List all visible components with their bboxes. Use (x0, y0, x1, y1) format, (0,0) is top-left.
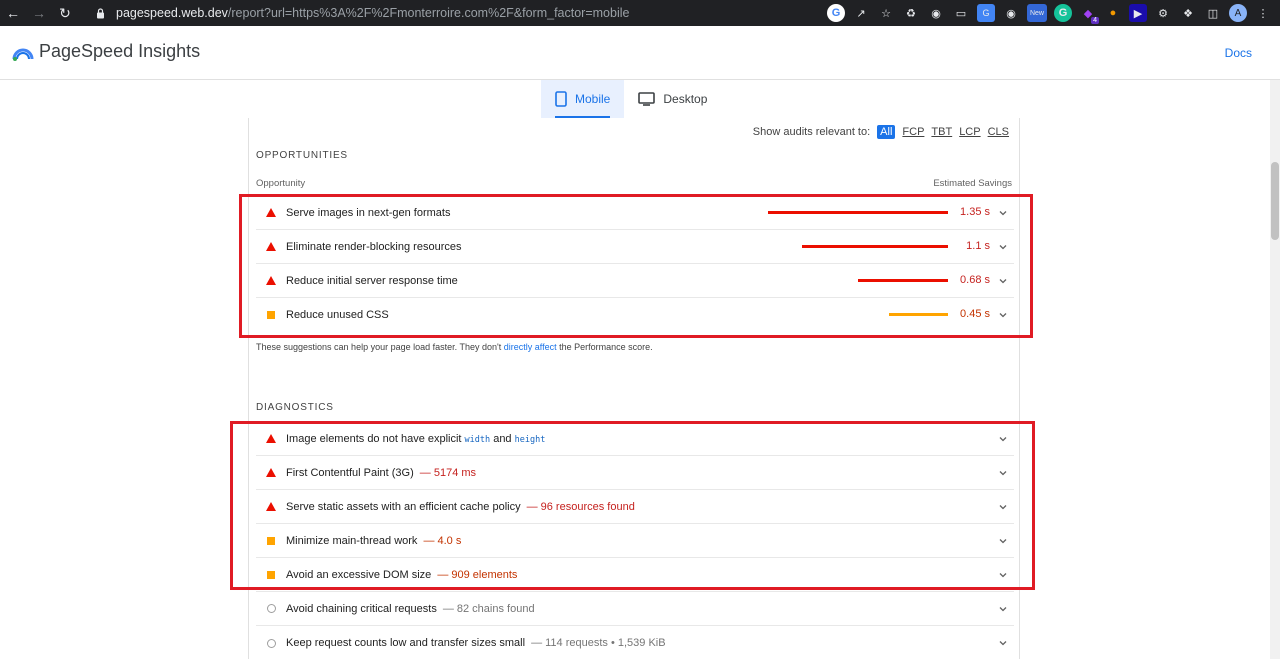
audit-detail: — 82 chains found (442, 602, 535, 615)
smartphone-icon (555, 91, 567, 107)
opportunities-section-title: OPPORTUNITIES (256, 150, 348, 161)
new-extension-icon[interactable]: New (1027, 4, 1047, 22)
opportunities-note: These suggestions can help your page loa… (256, 342, 653, 352)
directly-affect-link[interactable]: directly affect (504, 342, 557, 352)
tab-desktop-label: Desktop (663, 92, 708, 106)
camera-extension-icon[interactable]: ◉ (1002, 4, 1020, 22)
filter-chip-cls[interactable]: CLS (988, 126, 1009, 138)
diagnostics-section-title: DIAGNOSTICS (256, 402, 334, 413)
opportunities-highlight-box (239, 194, 1033, 338)
info-circle-icon (266, 604, 276, 613)
recycle-extension-icon[interactable]: ♻ (902, 4, 920, 22)
form-factor-tabs: Mobile Desktop (541, 80, 721, 118)
filter-chip-all[interactable]: All (877, 125, 896, 139)
chevron-down-icon[interactable] (998, 638, 1008, 648)
side-panel-icon[interactable]: ◫ (1204, 4, 1222, 22)
purple-extension-icon[interactable]: ◆ 4 (1079, 4, 1099, 24)
opportunity-column-header: Opportunity (256, 178, 306, 189)
tab-mobile-label: Mobile (575, 92, 611, 106)
audit-title: Keep request counts low and transfer siz… (286, 637, 526, 649)
chevron-down-icon[interactable] (998, 604, 1008, 614)
audit-filter-label: Show audits relevant to: (752, 126, 871, 138)
translate-extension-icon[interactable]: G (977, 4, 995, 22)
savings-column-header: Estimated Savings (933, 178, 1012, 189)
audit-filter: Show audits relevant to: All FCP TBT LCP… (753, 125, 1009, 139)
site-header: PageSpeed Insights Docs (0, 26, 1280, 80)
note-text-before: These suggestions can help your page loa… (256, 342, 504, 352)
note-text-after: the Performance score. (556, 342, 653, 352)
bookmark-star-icon[interactable]: ☆ (877, 4, 895, 22)
scrollbar-thumb[interactable] (1271, 162, 1279, 240)
audit-detail: — 114 requests • 1,539 KiB (531, 637, 666, 649)
google-icon[interactable]: G (827, 4, 845, 22)
filter-chip-fcp[interactable]: FCP (902, 126, 924, 138)
monitor-icon (638, 92, 656, 106)
url-path: /report?url=https%3A%2F%2Fmonterroire.co… (227, 6, 630, 20)
site-title[interactable]: PageSpeed Insights (39, 41, 200, 62)
profile-avatar[interactable]: A (1229, 4, 1247, 22)
tab-desktop[interactable]: Desktop (624, 80, 721, 118)
docs-link[interactable]: Docs (1225, 46, 1252, 60)
gear-extension-icon[interactable]: ⚙ (1154, 4, 1172, 22)
globe-extension-icon[interactable]: ◉ (927, 4, 945, 22)
audit-row[interactable]: Avoid chaining critical requests — 82 ch… (256, 592, 1014, 626)
browser-toolbar: ← → ↻ pagespeed.web.dev/report?url=https… (0, 0, 1280, 26)
back-arrow-icon[interactable]: ← (0, 0, 26, 26)
extension-count-badge: 4 (1091, 17, 1099, 24)
forward-arrow-icon[interactable]: → (26, 0, 52, 26)
puzzle-extensions-icon[interactable]: ❖ (1179, 4, 1197, 22)
orange-extension-icon[interactable]: ● (1104, 4, 1122, 22)
reload-icon[interactable]: ↻ (52, 0, 78, 26)
lock-icon (92, 7, 108, 19)
share-icon[interactable]: ↗ (852, 4, 870, 22)
new-badge: New (1029, 9, 1044, 17)
filter-chip-lcp[interactable]: LCP (959, 126, 980, 138)
video-extension-icon[interactable]: ▶ (1129, 4, 1147, 22)
url-host: pagespeed.web.dev (116, 6, 228, 20)
cast-extension-icon[interactable]: ▭ (952, 4, 970, 22)
menu-dots-icon[interactable]: ⋮ (1254, 4, 1272, 22)
diagnostics-highlight-box (230, 421, 1035, 590)
audit-row[interactable]: Keep request counts low and transfer siz… (256, 626, 1014, 660)
info-circle-icon (266, 638, 276, 648)
grammarly-extension-icon[interactable]: G (1054, 4, 1072, 22)
tab-mobile[interactable]: Mobile (541, 80, 625, 118)
audit-title: Avoid chaining critical requests (286, 602, 437, 615)
address-bar[interactable]: pagespeed.web.dev/report?url=https%3A%2F… (86, 2, 806, 24)
filter-chip-tbt[interactable]: TBT (931, 126, 952, 138)
pagespeed-logo-icon[interactable] (12, 43, 34, 61)
